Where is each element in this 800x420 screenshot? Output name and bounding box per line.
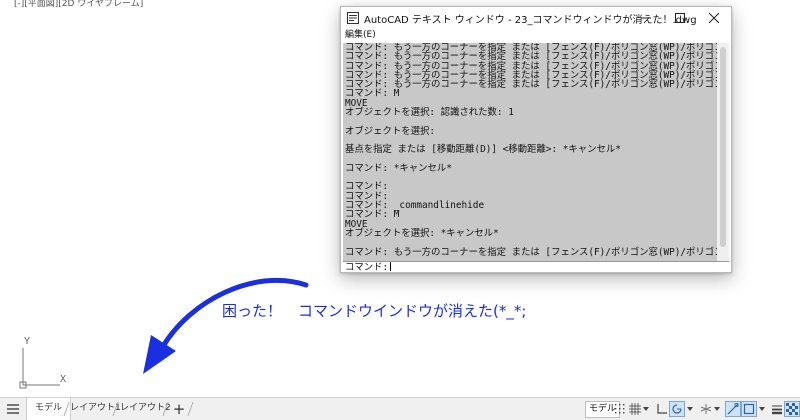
ucs-x-label: X bbox=[60, 374, 67, 385]
log-line: オブジェクトを選択: bbox=[345, 125, 436, 137]
plus-icon: + bbox=[172, 399, 186, 418]
checker-pattern-icon bbox=[786, 403, 798, 415]
log-line: コマンド: *キャンセル* bbox=[345, 162, 452, 174]
log-line: コマンド: もう一方のコーナーを指定 または [フェンス(F)/ポリゴン窓(WP… bbox=[345, 79, 717, 91]
add-layout-button[interactable]: + bbox=[170, 399, 188, 419]
viewport-controls-label[interactable]: [-][平面図][2D ワイヤフレーム] bbox=[14, 0, 143, 9]
maximize-button[interactable] bbox=[663, 7, 697, 29]
chevron-down-icon bbox=[687, 407, 693, 411]
object-snap-icon bbox=[743, 403, 755, 415]
log-line: オブジェクトを選択: 認識された数: 1 bbox=[345, 107, 514, 119]
chevron-down-icon bbox=[759, 407, 765, 411]
grid-display-button[interactable] bbox=[612, 401, 628, 417]
window-titlebar[interactable]: AutoCAD テキスト ウィンドウ - 23_コマンドウィンドウが消えた！.d… bbox=[341, 7, 731, 29]
lineweight-button[interactable] bbox=[769, 401, 785, 417]
log-line: コマンド: bbox=[345, 181, 389, 193]
object-snap-tracking-button[interactable] bbox=[725, 401, 741, 417]
command-history-log[interactable]: コマンド: もう一方のコーナーを指定 または [フェンス(F)/ポリゴン窓(WP… bbox=[343, 43, 717, 261]
transparency-button[interactable] bbox=[784, 401, 800, 417]
log-line: コマンド: M bbox=[345, 88, 400, 100]
tab-separator bbox=[187, 402, 194, 416]
annotation-text-trouble: 困った！ bbox=[222, 302, 283, 320]
chevron-down-icon bbox=[714, 407, 720, 411]
minimize-button[interactable] bbox=[629, 7, 663, 29]
close-button[interactable] bbox=[697, 7, 731, 29]
ortho-icon bbox=[657, 404, 667, 414]
grid-icon bbox=[615, 404, 625, 414]
menu-edit[interactable]: 編集(E) bbox=[345, 29, 376, 42]
polar-tracking-button[interactable] bbox=[669, 401, 685, 417]
menu-bar: 編集(E) bbox=[341, 29, 731, 42]
object-snap-dropdown-button[interactable] bbox=[757, 401, 767, 417]
text-caret bbox=[390, 262, 392, 271]
log-line: オブジェクトを選択: *キャンセル* bbox=[345, 227, 499, 239]
ortho-mode-button[interactable] bbox=[654, 401, 670, 417]
scrollbar-thumb[interactable] bbox=[720, 47, 726, 247]
ucs-icon: Y X bbox=[14, 336, 74, 392]
polar-dropdown-button[interactable] bbox=[685, 401, 695, 417]
log-scrollbar[interactable] bbox=[717, 43, 729, 261]
arrow-head-icon bbox=[143, 335, 176, 374]
text-window-icon bbox=[347, 12, 359, 24]
snap-grid-icon bbox=[629, 403, 641, 415]
annotation-text-disappeared: コマンドウインドウが消えた(*_*; bbox=[298, 302, 527, 320]
close-icon bbox=[709, 13, 719, 23]
status-bar: モデル レイアウト1 レイアウト2 + モデル bbox=[0, 397, 800, 420]
log-line: 基点を指定 または [移動距離(D)] <移動距離>: *キャンセル* bbox=[345, 144, 621, 156]
command-prompt-label: コマンド: bbox=[345, 262, 389, 273]
command-prompt-line[interactable]: コマンド: bbox=[343, 261, 729, 273]
object-snap-tracking-icon bbox=[727, 403, 739, 415]
lineweight-icon bbox=[772, 405, 782, 415]
chevron-down-icon bbox=[643, 407, 649, 411]
maximize-icon bbox=[675, 13, 685, 23]
object-snap-button[interactable] bbox=[741, 401, 757, 417]
annotation-text: 困った！ コマンドウインドウが消えた(*_*; bbox=[222, 300, 526, 321]
polar-tracking-icon bbox=[672, 404, 682, 414]
isodraft-icon bbox=[700, 404, 712, 414]
hamburger-menu-icon[interactable] bbox=[6, 402, 20, 416]
log-line: コマンド: _commandlinehide bbox=[345, 200, 485, 212]
autocad-text-window[interactable]: AutoCAD テキスト ウィンドウ - 23_コマンドウィンドウが消えた！.d… bbox=[340, 6, 732, 273]
log-line: コマンド: M bbox=[345, 209, 400, 221]
minimize-icon bbox=[641, 17, 651, 19]
snap-dropdown-button[interactable] bbox=[641, 401, 651, 417]
ucs-y-label: Y bbox=[24, 336, 31, 347]
log-line: コマンド: もう一方のコーナーを指定 または [フェンス(F)/ポリゴン窓(WP… bbox=[345, 246, 717, 258]
isodraft-dropdown-button[interactable] bbox=[712, 401, 722, 417]
